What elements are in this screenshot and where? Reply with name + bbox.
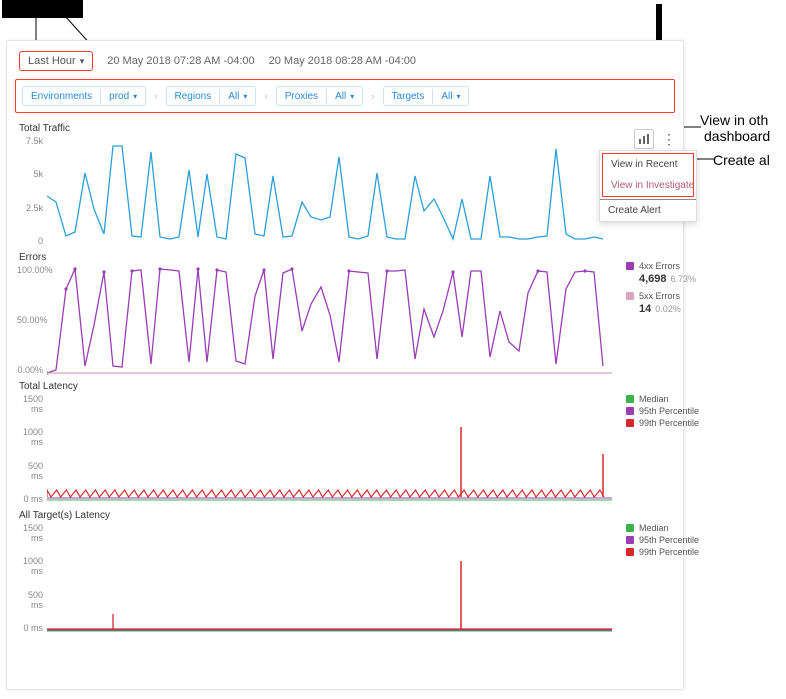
filter-label: Regions [167,89,220,104]
chevron-right-icon: › [154,91,157,102]
target-latency-lines [47,523,612,633]
callout-view-other: View in oth dashboard [700,112,770,144]
legend-4xx: 4xx Errors [639,261,680,271]
legend-p95: 95th Percentile [639,535,699,545]
filter-label: Proxies [277,89,326,104]
target-latency-legend: Median 95th Percentile 99th Percentile [626,523,721,559]
latency-lines [47,394,612,504]
dashboard-panel: Last Hour ▾ 20 May 2018 07:28 AM -04:00 … [6,40,684,690]
legend-p99: 99th Percentile [639,418,699,428]
chart-title: All Target(s) Latency [19,510,671,521]
errors-lines [47,265,612,375]
chart-total-latency: Total Latency 1500 ms 1000 ms 500 ms 0 m… [7,377,683,506]
caret-down-icon: ▾ [80,56,85,67]
menu-create-alert[interactable]: Create Alert [600,200,696,221]
timestamp-start: 20 May 2018 07:28 AM -04:00 [107,55,254,67]
callout-create-alert: Create al [713,152,770,168]
traffic-line [47,136,612,246]
latency-legend: Median 95th Percentile 99th Percentile [626,394,721,430]
chart-errors: Errors 100.00% 50.00% 0.00% [7,248,683,377]
filter-environments[interactable]: Environments prod ▾ [22,86,146,106]
chevron-right-icon: › [264,91,267,102]
y-axis: 7.5k 5k 2.5k 0 [17,136,43,246]
filter-value: All [441,91,452,102]
filter-value: All [228,91,239,102]
filters-bar: Environments prod ▾ › Regions All ▾ › Prox… [15,79,675,113]
caret-down-icon: ▾ [133,92,137,101]
legend-median: Median [639,523,669,533]
annotation-block-label: Filter options [2,0,83,18]
legend-p99: 99th Percentile [639,547,699,557]
filter-label: Targets [384,89,433,104]
chart-title: Errors [19,252,671,263]
caret-down-icon: ▾ [350,92,354,101]
time-range-dropdown[interactable]: Last Hour ▾ [19,51,93,71]
chart-total-traffic: Total Traffic 7.5k 5k 2.5k 0 [7,119,683,248]
timestamp-end: 20 May 2018 08:28 AM -04:00 [269,55,416,67]
filter-proxies[interactable]: Proxies All ▾ [276,86,364,106]
filter-value: prod [109,91,129,102]
chevron-right-icon: › [371,91,374,102]
filter-label: Environments [23,89,100,104]
chart-target-latency: All Target(s) Latency 1500 ms 1000 ms 50… [7,506,683,635]
legend-5xx: 5xx Errors [639,291,680,301]
y-axis: 1500 ms 1000 ms 500 ms 0 ms [17,394,43,504]
legend-p95: 95th Percentile [639,406,699,416]
errors-legend: 4xx Errors 4,6986.73% 5xx Errors 140.02% [626,261,721,315]
annotation-line-recent [681,123,701,131]
time-range-label: Last Hour [28,55,76,67]
y-axis: 100.00% 50.00% 0.00% [17,265,43,375]
topbar: Last Hour ▾ 20 May 2018 07:28 AM -04:00 … [7,41,683,79]
chart-title: Total Latency [19,381,671,392]
y-axis: 1500 ms 1000 ms 500 ms 0 ms [17,523,43,633]
filter-regions[interactable]: Regions All ▾ [166,86,257,106]
filter-targets[interactable]: Targets All ▾ [383,86,470,106]
caret-down-icon: ▾ [456,92,460,101]
legend-median: Median [639,394,669,404]
filter-value: All [335,91,346,102]
menu-view-recent[interactable]: View in Recent [603,154,693,175]
menu-view-investigate[interactable]: View in Investigate [603,175,693,196]
caret-down-icon: ▾ [243,92,247,101]
context-menu: View in Recent View in Investigate Creat… [599,150,697,222]
chart-title: Total Traffic [19,123,671,134]
